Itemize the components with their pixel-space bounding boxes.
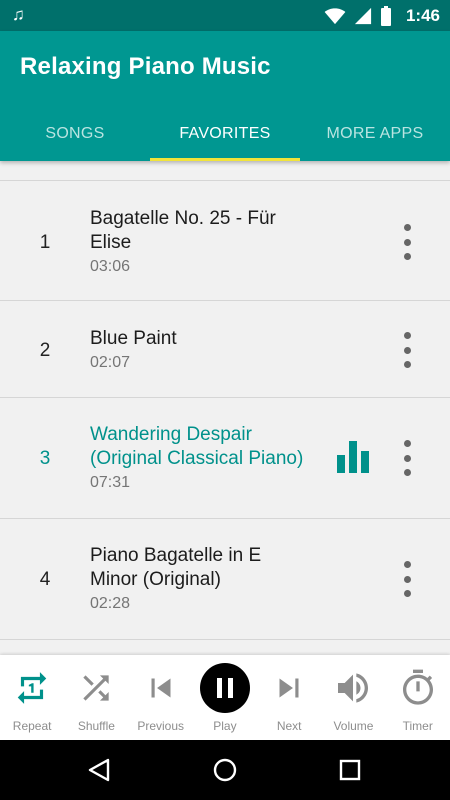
status-bar: ♫ 1:46 <box>0 0 450 31</box>
song-title-line: Elise <box>90 232 132 253</box>
equalizer-icon <box>337 441 369 473</box>
status-icons: 1:46 <box>324 0 440 31</box>
song-row-playing[interactable]: 3 Wandering Despair (Original Classical … <box>0 398 450 519</box>
shuffle-label: Shuffle <box>77 719 115 733</box>
repeat-one-icon <box>12 668 52 708</box>
tab-more-apps[interactable]: MORE APPS <box>300 107 450 161</box>
song-title-line: (Original Classical Piano) <box>90 448 304 469</box>
volume-button[interactable]: Volume <box>321 655 385 740</box>
timer-icon <box>398 668 438 708</box>
song-info: Piano Bagatelle in E Minor (Original) 02… <box>90 544 320 613</box>
skip-next-icon <box>269 668 309 708</box>
shuffle-icon <box>76 668 116 708</box>
song-row[interactable]: 4 Piano Bagatelle in E Minor (Original) … <box>0 519 450 640</box>
app-bar: Relaxing Piano Music SONGS FAVORITES MOR… <box>0 31 450 161</box>
timer-label: Timer <box>402 719 433 733</box>
song-number: 4 <box>39 569 51 590</box>
play-pause-button[interactable]: Play <box>193 655 257 740</box>
more-options-icon[interactable] <box>396 332 418 368</box>
song-duration: 02:28 <box>90 595 131 612</box>
song-duration: 07:31 <box>90 474 131 491</box>
song-title-line: Bagatelle No. 25 - Für <box>90 208 276 229</box>
shuffle-button[interactable]: Shuffle <box>64 655 128 740</box>
song-info: Wandering Despair (Original Classical Pi… <box>90 423 330 492</box>
song-title-line: Minor (Original) <box>90 569 221 590</box>
back-icon[interactable] <box>84 755 114 785</box>
battery-icon <box>380 5 391 26</box>
song-duration: 02:07 <box>90 354 131 371</box>
song-title-line: Blue Paint <box>90 328 177 349</box>
song-title-line: Wandering Despair <box>90 424 252 445</box>
cellular-signal-icon <box>354 7 372 24</box>
tab-songs[interactable]: SONGS <box>0 107 150 161</box>
song-number: 3 <box>39 448 51 469</box>
home-icon[interactable] <box>210 755 240 785</box>
repeat-button[interactable]: Repeat <box>0 655 64 740</box>
app-title: Relaxing Piano Music <box>20 53 271 80</box>
song-row[interactable]: 2 Blue Paint 02:07 <box>0 301 450 398</box>
status-time: 1:46 <box>405 5 440 25</box>
song-number: 1 <box>39 232 51 253</box>
skip-previous-icon <box>141 668 181 708</box>
next-label: Next <box>276 719 302 733</box>
system-nav-bar <box>0 740 450 800</box>
volume-icon <box>333 668 373 708</box>
player-controls: Repeat Shuffle Previous Play Next Volume… <box>0 655 450 740</box>
song-title-line: Piano Bagatelle in E <box>90 545 262 566</box>
song-duration: 03:06 <box>90 258 131 275</box>
song-info: Bagatelle No. 25 - Für Elise 03:06 <box>90 207 320 276</box>
song-info: Blue Paint 02:07 <box>90 327 320 372</box>
music-note-icon: ♫ <box>12 5 25 24</box>
more-options-icon[interactable] <box>396 440 418 476</box>
song-number: 2 <box>39 340 51 361</box>
tab-bar: SONGS FAVORITES MORE APPS <box>0 107 450 161</box>
previous-label: Previous <box>137 719 184 733</box>
volume-label: Volume <box>333 719 374 733</box>
more-options-icon[interactable] <box>396 224 418 260</box>
song-list: 1 Bagatelle No. 25 - Für Elise 03:06 2 B… <box>0 180 450 640</box>
tab-favorites[interactable]: FAVORITES <box>150 107 300 161</box>
recents-icon[interactable] <box>335 755 365 785</box>
next-button[interactable]: Next <box>257 655 321 740</box>
wifi-icon <box>324 7 346 24</box>
previous-button[interactable]: Previous <box>129 655 193 740</box>
pause-icon <box>199 663 250 713</box>
play-label: Play <box>213 719 237 733</box>
timer-button[interactable]: Timer <box>386 655 450 740</box>
more-options-icon[interactable] <box>396 561 418 597</box>
repeat-label: Repeat <box>12 719 52 733</box>
song-row[interactable]: 1 Bagatelle No. 25 - Für Elise 03:06 <box>0 180 450 301</box>
